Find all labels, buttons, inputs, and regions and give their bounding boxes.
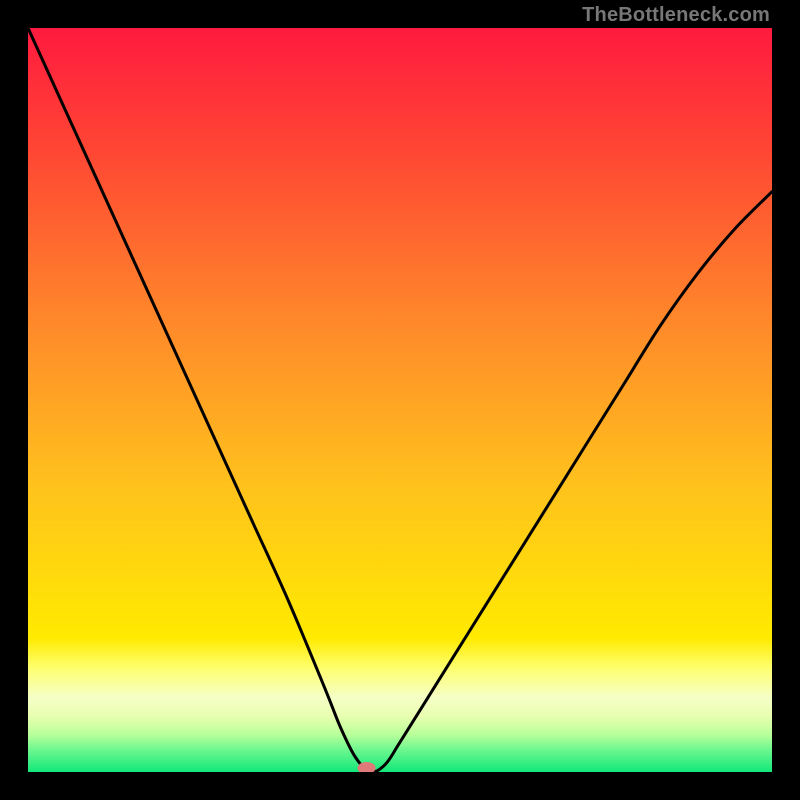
chart-svg <box>28 28 772 772</box>
chart-frame: TheBottleneck.com <box>0 0 800 800</box>
plot-area <box>28 28 772 772</box>
gradient-background <box>28 28 772 772</box>
attribution-watermark: TheBottleneck.com <box>582 4 770 27</box>
